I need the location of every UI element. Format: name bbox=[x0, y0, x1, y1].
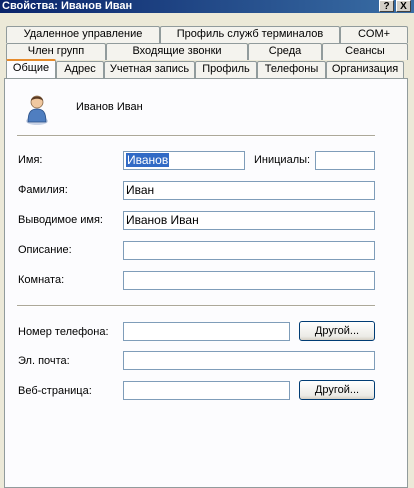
tab-telephones[interactable]: Телефоны bbox=[257, 61, 326, 78]
tab-member-of[interactable]: Член групп bbox=[6, 43, 106, 60]
separator-middle bbox=[17, 305, 375, 307]
web-page-label: Веб-страница: bbox=[18, 385, 92, 397]
separator-top bbox=[17, 135, 375, 137]
tab-environment[interactable]: Среда bbox=[248, 43, 322, 60]
user-display-title: Иванов Иван bbox=[76, 101, 143, 113]
first-name-field[interactable]: Иванов bbox=[123, 151, 245, 170]
help-button[interactable]: ? bbox=[379, 0, 394, 12]
last-name-field[interactable]: Иван bbox=[123, 181, 375, 200]
email-field[interactable] bbox=[123, 351, 375, 370]
user-icon bbox=[23, 92, 51, 126]
tab-remote-control[interactable]: Удаленное управление bbox=[6, 26, 160, 43]
email-label: Эл. почта: bbox=[18, 355, 70, 367]
window-title: Свойства: Иванов Иван bbox=[2, 0, 133, 12]
description-label: Описание: bbox=[18, 244, 72, 256]
office-field[interactable] bbox=[123, 271, 375, 290]
tab-organization[interactable]: Организация bbox=[326, 61, 404, 78]
tab-sessions[interactable]: Сеансы bbox=[322, 43, 408, 60]
close-button[interactable]: X bbox=[396, 0, 411, 12]
initials-label: Инициалы: bbox=[254, 154, 311, 166]
tab-general[interactable]: Общие bbox=[6, 59, 56, 78]
tab-profile[interactable]: Профиль bbox=[195, 61, 257, 78]
phone-field[interactable] bbox=[123, 322, 290, 341]
office-label: Комната: bbox=[18, 274, 65, 286]
display-name-label: Выводимое имя: bbox=[18, 214, 103, 226]
title-bar: Свойства: Иванов Иван ? X bbox=[0, 0, 414, 13]
first-name-label: Имя: bbox=[18, 154, 43, 166]
display-name-field[interactable]: Иванов Иван bbox=[123, 211, 375, 230]
phone-label: Номер телефона: bbox=[18, 326, 109, 338]
tab-address[interactable]: Адрес bbox=[56, 61, 104, 78]
phone-other-button[interactable]: Другой... bbox=[299, 321, 375, 341]
tab-account[interactable]: Учетная запись bbox=[104, 61, 195, 78]
tab-com-plus[interactable]: COM+ bbox=[340, 26, 408, 43]
web-page-field[interactable] bbox=[123, 381, 290, 400]
initials-field[interactable] bbox=[315, 151, 375, 170]
tab-dial-in[interactable]: Входящие звонки bbox=[106, 43, 248, 60]
web-page-other-button[interactable]: Другой... bbox=[299, 380, 375, 400]
last-name-label: Фамилия: bbox=[18, 184, 68, 196]
description-field[interactable] bbox=[123, 241, 375, 260]
first-name-value: Иванов bbox=[126, 153, 170, 167]
tab-terminal-services-profile[interactable]: Профиль служб терминалов bbox=[160, 26, 340, 43]
general-tab-panel: Иванов Иван Имя: Иванов Инициалы: Фамили… bbox=[4, 78, 408, 488]
